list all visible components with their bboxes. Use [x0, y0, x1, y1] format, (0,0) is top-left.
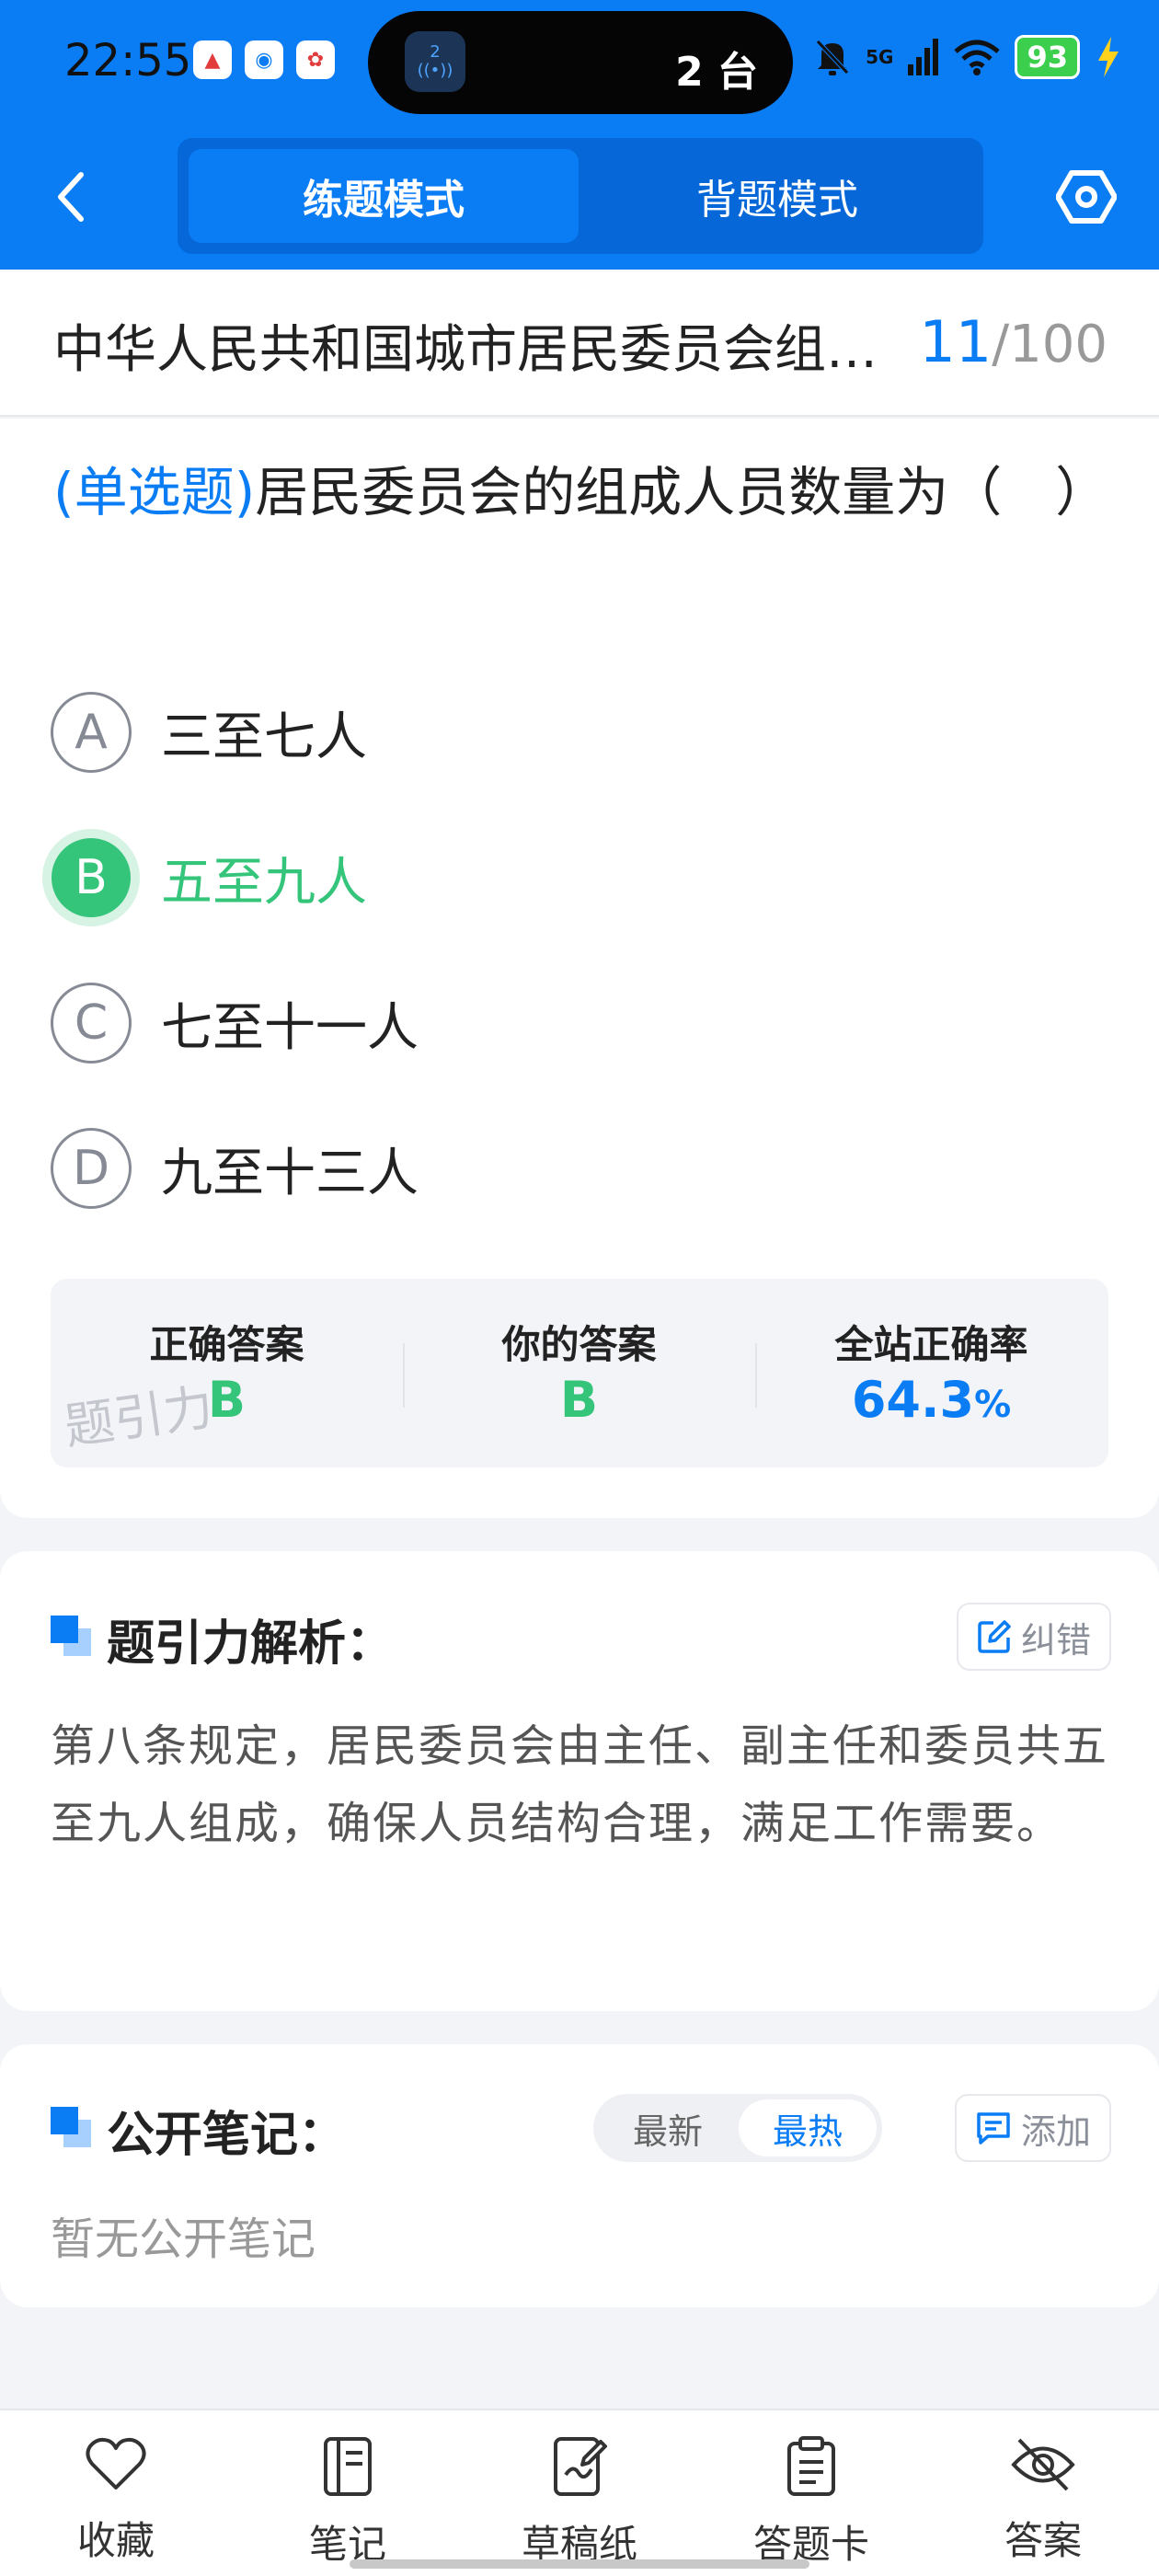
analysis-card: 题引力解析： 纠错 第八条规定，居民委员会由主任、副主任和委员共五至九人组成，确…	[0, 1551, 1159, 2011]
status-indicators: 5G 93	[814, 35, 1122, 79]
comment-icon	[977, 2112, 1010, 2145]
cell-signal-icon	[908, 39, 939, 75]
current-question-number: 11	[919, 308, 993, 375]
nav-favorite[interactable]: 收藏	[33, 2436, 199, 2566]
settings-hexagon-icon[interactable]	[1056, 169, 1117, 224]
option-letter: C	[51, 983, 132, 1064]
nav-scratch-paper[interactable]: 草稿纸	[497, 2436, 662, 2570]
your-answer-value: B	[559, 1371, 599, 1429]
option-text: 五至九人	[161, 852, 367, 913]
option-letter: D	[51, 1128, 132, 1209]
nav-answer[interactable]: 答案	[960, 2436, 1126, 2566]
sort-latest[interactable]: 最新	[599, 2099, 737, 2156]
nav-label: 答案	[1004, 2518, 1082, 2563]
pill-text: 2 台	[675, 49, 758, 96]
back-arrow-icon[interactable]	[53, 169, 90, 224]
charging-icon	[1098, 37, 1119, 77]
option-text: 三至七人	[161, 707, 367, 767]
edit-icon	[978, 1620, 1011, 1653]
nfc-signal-icon: 2 ((•))	[405, 31, 465, 92]
report-error-label: 纠错	[1020, 1619, 1091, 1661]
nav-notes[interactable]: 笔记	[265, 2436, 430, 2570]
app-header: 22:55 ▲ ◉ ✿ 2 ((•)) 2 台 5G 93 练题模式 背题模式	[0, 0, 1159, 270]
tab-practice-mode[interactable]: 练题模式	[189, 149, 579, 243]
exam-title: 中华人民共和国城市居民委员会组织法	[53, 320, 909, 380]
your-answer-label: 你的答案	[501, 1322, 657, 1367]
section-icon	[51, 1616, 93, 1658]
notes-title: 公开笔记：	[107, 2108, 347, 2163]
exam-title-bar: 中华人民共和国城市居民委员会组织法 11/100	[0, 270, 1159, 417]
analysis-text: 第八条规定，居民委员会由主任、副主任和委员共五至九人组成，确保人员结构合理，满足…	[51, 1720, 1109, 1849]
section-icon	[51, 2107, 93, 2149]
pill-badge: 2	[430, 42, 441, 62]
mode-tabs: 练题模式 背题模式	[178, 138, 983, 254]
question-type: (单选题)	[53, 461, 256, 523]
status-time: 22:55	[64, 35, 192, 86]
report-error-button[interactable]: 纠错	[956, 1603, 1111, 1671]
notes-sort-toggle: 最新 最热	[593, 2094, 882, 2162]
option-a[interactable]: A 三至七人	[51, 691, 367, 774]
battery-level: 93	[1015, 35, 1080, 79]
app-notification-icon: ▲	[193, 40, 232, 79]
question-card: (单选题)居民委员会的组成人员数量为（ ） A 三至七人 B 五至九人 C 七至…	[0, 419, 1159, 1518]
draft-icon	[554, 2437, 607, 2496]
accuracy-rate-stat: 全站正确率 64.3%	[755, 1279, 1107, 1467]
accuracy-rate-label: 全站正确率	[834, 1322, 1028, 1367]
add-note-button[interactable]: 添加	[954, 2094, 1111, 2162]
add-note-label: 添加	[1020, 2110, 1091, 2152]
option-d[interactable]: D 九至十三人	[51, 1127, 419, 1210]
eye-off-icon	[1011, 2438, 1075, 2491]
correct-answer-label: 正确答案	[149, 1322, 304, 1367]
option-text: 七至十一人	[161, 997, 419, 1058]
your-answer-stat: 你的答案 B	[403, 1279, 755, 1467]
option-b[interactable]: B 五至九人	[42, 829, 367, 926]
option-letter: A	[51, 692, 132, 773]
option-text: 九至十三人	[161, 1143, 419, 1203]
wifi-icon	[954, 40, 1001, 75]
notes-empty-state: 暂无公开笔记	[51, 2214, 316, 2265]
network-label: 5G	[866, 46, 894, 68]
answer-sheet-icon	[787, 2436, 835, 2496]
home-indicator[interactable]	[350, 2559, 809, 2569]
bell-off-icon	[816, 40, 849, 75]
question-counter[interactable]: 11/100	[919, 308, 1107, 375]
public-notes-card: 公开笔记： 最新 最热 添加 暂无公开笔记	[0, 2044, 1159, 2307]
notebook-icon	[324, 2437, 372, 2496]
sort-hot[interactable]: 最热	[739, 2099, 877, 2156]
accuracy-rate-value: 64.3%	[851, 1371, 1012, 1429]
nav-label: 收藏	[76, 2518, 155, 2563]
total-questions: /100	[992, 315, 1107, 374]
question-stem: 居民委员会的组成人员数量为（ ）	[255, 461, 1109, 523]
nav-answer-sheet[interactable]: 答题卡	[729, 2436, 894, 2570]
app-notification-icon: ✿	[296, 40, 335, 79]
bottom-toolbar: 收藏 笔记 草稿纸 答题卡 答案	[0, 2409, 1159, 2576]
analysis-title: 题引力解析：	[107, 1616, 395, 1672]
tab-memorize-mode[interactable]: 背题模式	[582, 149, 972, 243]
question-text: (单选题)居民委员会的组成人员数量为（ ）	[53, 446, 1111, 538]
option-c[interactable]: C 七至十一人	[51, 982, 419, 1064]
dynamic-island[interactable]: 2 ((•)) 2 台	[368, 11, 793, 114]
app-notification-icon: ◉	[245, 40, 283, 79]
heart-icon	[86, 2437, 146, 2490]
status-app-icons: ▲ ◉ ✿	[193, 40, 335, 79]
option-letter: B	[42, 829, 140, 926]
